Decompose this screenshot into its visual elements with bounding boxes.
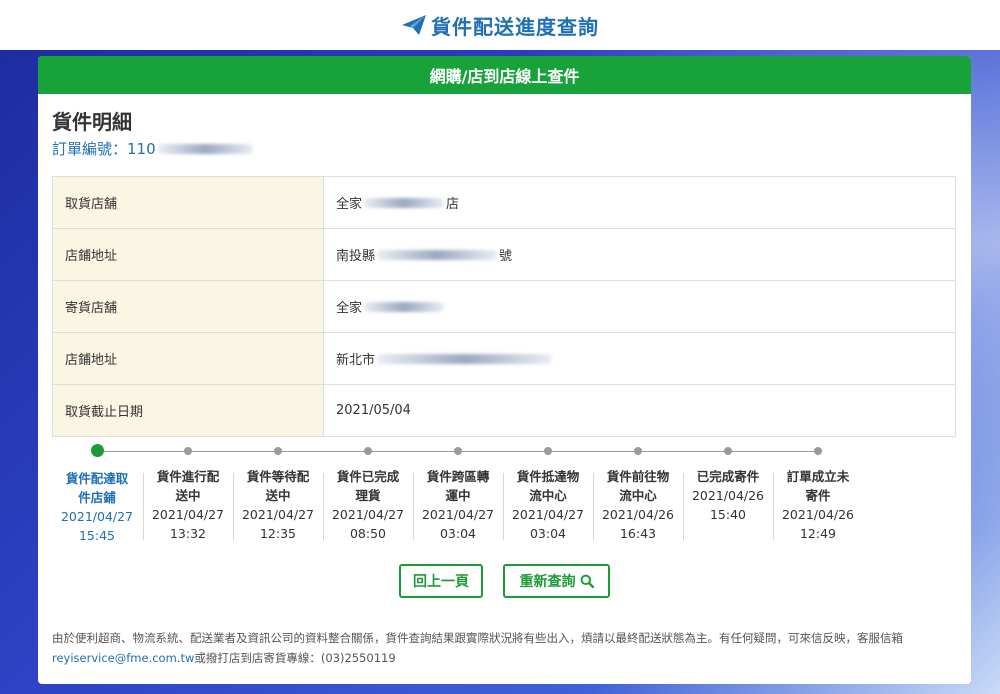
back-button-label: 回上一頁 (413, 574, 469, 590)
step-date: 2021/04/27 (241, 507, 315, 522)
timeline-step: 貨件進行配送中 2021/04/27 13:32 (143, 444, 233, 543)
back-button[interactable]: 回上一頁 (399, 564, 483, 598)
pickup-deadline: 2021/05/04 (336, 403, 411, 418)
table-row: 店鋪地址 新北市 (52, 332, 956, 385)
page-header: 貨件配送進度查詢 (0, 0, 1000, 50)
requery-button[interactable]: 重新查詢 (503, 564, 610, 598)
row-label: 取貨截止日期 (52, 384, 324, 437)
step-date: 2021/04/26 (691, 488, 765, 503)
timeline-step: 貨件抵達物流中心 2021/04/27 03:04 (503, 444, 593, 543)
redacted-mask (364, 197, 445, 208)
step-date: 2021/04/26 (601, 507, 675, 522)
step-dot (634, 447, 642, 455)
row-value: 全家 店 (323, 176, 956, 229)
table-row: 取貨店舖 全家 店 (52, 176, 956, 229)
row-label: 店鋪地址 (52, 332, 324, 385)
step-dot (814, 447, 822, 455)
section-title: 貨件明細 (52, 110, 132, 134)
step-name: 貨件配達取件店鋪 (65, 471, 129, 505)
requery-button-label: 重新查詢 (519, 574, 576, 590)
value-text: 全家 (336, 197, 363, 212)
disclaimer-note: 由於便利超商、物流系統、配送業者及資訊公司的資料整合關係，貨件查詢結果跟實際狀況… (52, 628, 957, 668)
redacted-mask (377, 249, 498, 260)
redacted-mask (377, 353, 553, 364)
step-date: 2021/04/27 (511, 507, 585, 522)
step-time: 15:40 (709, 507, 747, 522)
timeline-step: 貨件等待配送中 2021/04/27 12:35 (233, 444, 323, 543)
timeline-step: 已完成寄件 2021/04/26 15:40 (683, 444, 773, 524)
row-label: 取貨店舖 (52, 176, 324, 229)
step-name: 貨件進行配送中 (156, 469, 220, 503)
redacted-mask (364, 301, 445, 312)
row-value: 新北市 (323, 332, 956, 385)
step-date: 2021/04/27 (151, 507, 225, 522)
order-number: 訂單編號： 110 (52, 138, 253, 159)
value-suffix: 號 (499, 249, 513, 264)
step-dot (184, 447, 192, 455)
value-text: 南投縣 (336, 249, 376, 264)
row-value: 2021/05/04 (323, 384, 956, 437)
row-label: 寄貨店舖 (52, 280, 324, 333)
step-dot-active (90, 444, 104, 457)
step-dot (274, 447, 282, 455)
table-row: 取貨截止日期 2021/05/04 (52, 384, 956, 437)
step-time: 08:50 (349, 526, 387, 541)
row-label: 店鋪地址 (52, 228, 324, 281)
tracking-card: 網購/店到店線上查件 貨件明細 訂單編號： 110 取貨店舖 全家 店 店鋪地址… (38, 56, 971, 684)
order-number-value: 110 (127, 139, 156, 158)
timeline-step: 貨件前往物流中心 2021/04/26 16:43 (593, 444, 683, 543)
table-row: 寄貨店舖 全家 (52, 280, 956, 333)
step-name: 訂單成立未寄件 (786, 469, 850, 503)
search-icon (580, 574, 594, 588)
step-date: 2021/04/27 (60, 509, 134, 524)
step-date: 2021/04/26 (781, 507, 855, 522)
step-time: 03:04 (439, 526, 477, 541)
order-number-label: 訂單編號： (52, 140, 128, 158)
delivery-progress-timeline: 貨件配達取件店鋪 2021/04/27 15:45 貨件進行配送中 2021/0… (52, 444, 956, 554)
table-row: 店鋪地址 南投縣 號 (52, 228, 956, 281)
disclaimer-text: 由於便利超商、物流系統、配送業者及資訊公司的資料整合關係，貨件查詢結果跟實際狀況… (52, 631, 903, 645)
step-time: 13:32 (169, 526, 207, 541)
row-value: 全家 (323, 280, 956, 333)
timeline-step: 訂單成立未寄件 2021/04/26 12:49 (773, 444, 863, 543)
step-name: 貨件抵達物流中心 (516, 469, 580, 503)
timeline-step: 貨件跨區轉運中 2021/04/27 03:04 (413, 444, 503, 543)
redacted-mask (157, 143, 253, 154)
step-dot (454, 447, 462, 455)
step-time: 03:04 (529, 526, 567, 541)
page-title: 貨件配送進度查詢 (401, 11, 599, 40)
step-time: 12:49 (799, 526, 837, 541)
step-date: 2021/04/27 (331, 507, 405, 522)
step-name: 貨件等待配送中 (246, 469, 310, 503)
step-name: 貨件前往物流中心 (606, 469, 670, 503)
timeline-step: 貨件配達取件店鋪 2021/04/27 15:45 (52, 444, 142, 545)
service-hotline-text: 或撥打店到店寄貨專線：(03)2550119 (194, 651, 396, 665)
paper-plane-icon (402, 15, 426, 35)
step-time: 15:45 (78, 528, 116, 543)
value-text: 新北市 (336, 353, 376, 368)
value-suffix: 店 (446, 197, 460, 212)
step-name: 已完成寄件 (696, 469, 760, 484)
step-name: 貨件跨區轉運中 (426, 469, 490, 503)
step-dot (364, 447, 372, 455)
row-value: 南投縣 號 (323, 228, 956, 281)
page-title-text: 貨件配送進度查詢 (431, 14, 599, 39)
step-dot (544, 447, 552, 455)
step-date: 2021/04/27 (421, 507, 495, 522)
step-time: 16:43 (619, 526, 657, 541)
shipment-detail-table: 取貨店舖 全家 店 店鋪地址 南投縣 號 寄貨店舖 全家 店鋪地址 新北市 取貨… (52, 176, 956, 437)
card-title-bar: 網購/店到店線上查件 (38, 56, 971, 94)
step-name: 貨件已完成理貨 (336, 469, 400, 503)
value-text: 全家 (336, 301, 363, 316)
service-email-link[interactable]: reyiservice@fme.com.tw (52, 651, 194, 665)
step-time: 12:35 (259, 526, 297, 541)
timeline-step: 貨件已完成理貨 2021/04/27 08:50 (323, 444, 413, 543)
step-dot (724, 447, 732, 455)
